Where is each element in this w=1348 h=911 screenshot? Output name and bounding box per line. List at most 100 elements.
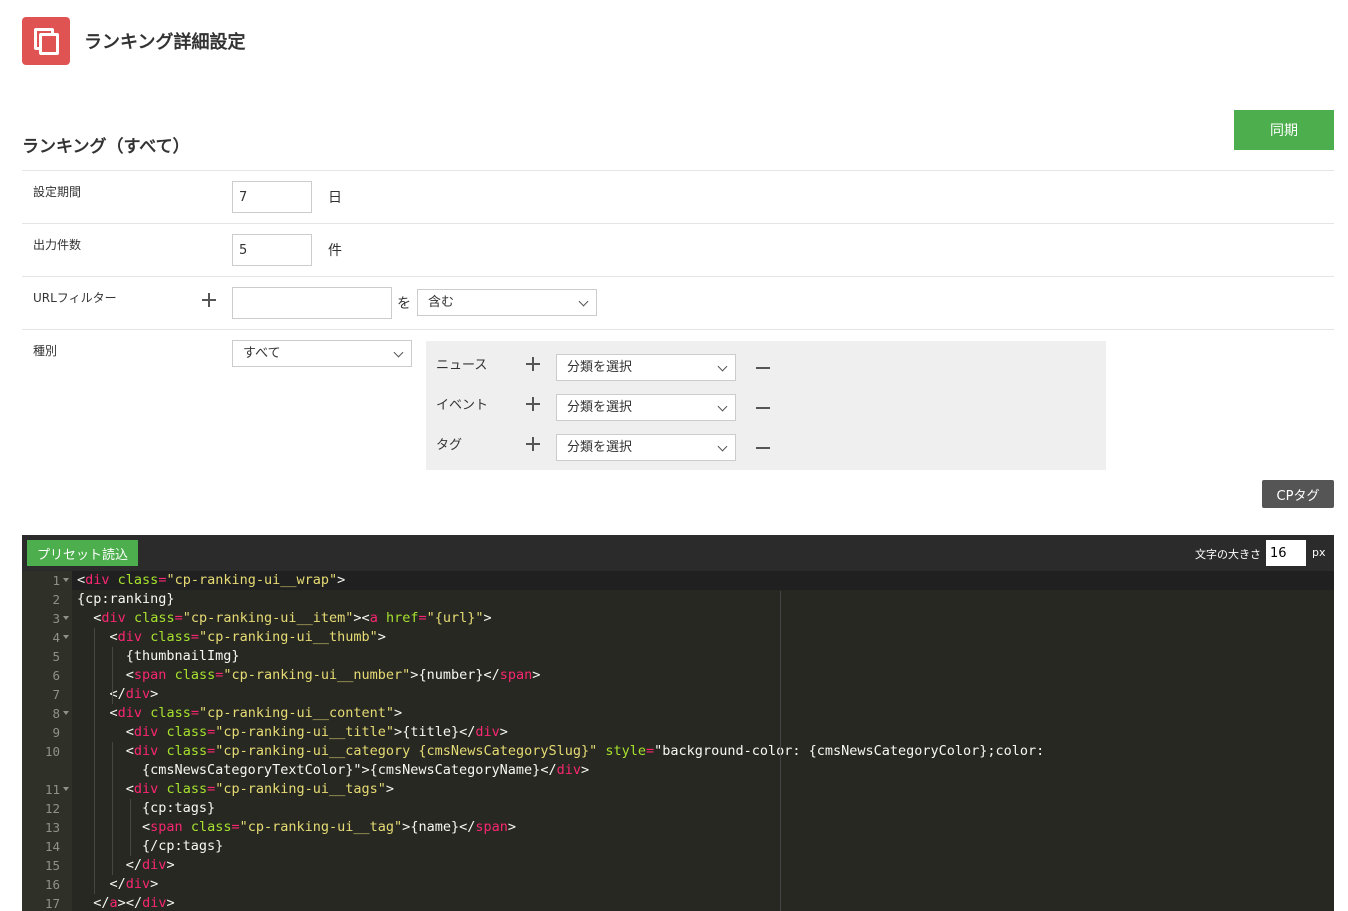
copy-pages-icon <box>22 17 70 65</box>
chevron-down-icon <box>717 401 728 412</box>
code-line: <div class="cp-ranking-ui__wrap"> <box>77 572 346 588</box>
type-select-value: すべて <box>243 346 281 361</box>
line-number <box>22 761 72 780</box>
code-line: {thumbnailImg} <box>77 648 240 664</box>
line-number: 7 <box>52 687 60 702</box>
line-number: 14 <box>44 839 60 854</box>
add-event-category-plus-icon[interactable] <box>526 397 540 411</box>
url-filter-input[interactable] <box>232 287 392 319</box>
font-size-label: 文字の大きさ <box>1195 548 1261 561</box>
line-number: 5 <box>52 649 60 664</box>
remove-news-category-minus-icon[interactable] <box>756 367 770 369</box>
code-line: <span class="cp-ranking-ui__number">{num… <box>125 667 541 683</box>
tag-category-select-value: 分類を選択 <box>567 440 633 455</box>
code-line: <div class="cp-ranking-ui__tags"> <box>125 781 395 797</box>
category-label-tag: タグ <box>436 438 463 453</box>
code-line: <div class="cp-ranking-ui__title">{title… <box>125 724 508 740</box>
chevron-down-icon <box>578 296 589 307</box>
code-line: {cp:tags} <box>77 800 216 816</box>
line-number: 10 <box>44 744 60 759</box>
url-filter-label: URLフィルター <box>33 291 117 305</box>
line-number: 6 <box>52 668 60 683</box>
line-number: 4 <box>22 628 72 647</box>
add-tag-category-plus-icon[interactable] <box>526 437 540 451</box>
type-row: 種別 すべて ニュース 分類を選択 イベント 分類を選択 タグ 分類を選択 <box>22 329 1334 479</box>
chevron-down-icon <box>393 347 404 358</box>
fold-arrow-icon[interactable] <box>63 578 69 582</box>
indent-guide <box>94 628 95 894</box>
count-input[interactable] <box>232 234 312 266</box>
type-label: 種別 <box>33 344 58 358</box>
line-number: 16 <box>44 877 60 892</box>
line-number: 17 <box>44 896 60 911</box>
url-filter-connector: を <box>397 296 411 312</box>
news-category-select[interactable]: 分類を選択 <box>556 354 736 381</box>
indent-guide <box>112 742 113 875</box>
period-input[interactable] <box>232 181 312 213</box>
line-number: 11 <box>22 780 72 799</box>
count-unit: 件 <box>328 243 342 259</box>
line-number: 3 <box>22 609 72 628</box>
add-news-category-plus-icon[interactable] <box>526 357 540 371</box>
fold-arrow-icon[interactable] <box>63 787 69 791</box>
line-number: 2 <box>52 592 60 607</box>
url-filter-mode-value: 含む <box>428 295 455 310</box>
type-select[interactable]: すべて <box>232 340 412 367</box>
chevron-down-icon <box>717 361 728 372</box>
indent-guide <box>130 799 131 856</box>
indent-guide <box>112 647 113 704</box>
category-label-event: イベント <box>436 398 489 413</box>
print-margin-guide <box>780 591 781 911</box>
section-title: ランキング（すべて） <box>22 137 190 157</box>
line-number: 15 <box>44 858 60 873</box>
code-line: {cmsNewsCategoryTextColor}">{cmsNewsCate… <box>77 762 590 778</box>
editor-toolbar: プリセット読込 文字の大きさ px <box>22 535 1334 571</box>
fold-arrow-icon[interactable] <box>63 616 69 620</box>
count-row: 出力件数 件 <box>22 223 1334 276</box>
ranking-settings-form: 設定期間 日 出力件数 件 URLフィルター を 含む 種別 すべて ニュース … <box>22 170 1334 479</box>
count-label: 出力件数 <box>33 238 82 252</box>
event-category-select[interactable]: 分類を選択 <box>556 394 736 421</box>
url-filter-row: URLフィルター を 含む <box>22 276 1334 329</box>
period-unit: 日 <box>328 190 342 206</box>
add-url-filter-plus-icon[interactable] <box>202 293 216 307</box>
code-editor: プリセット読込 文字の大きさ px 1234567891011121314151… <box>22 535 1334 911</box>
chevron-down-icon <box>717 441 728 452</box>
code-line: <div class="cp-ranking-ui__category {cms… <box>125 743 1045 759</box>
period-label: 設定期間 <box>33 185 82 199</box>
remove-event-category-minus-icon[interactable] <box>756 407 770 409</box>
line-number: 9 <box>52 725 60 740</box>
code-line: </div> <box>109 686 159 702</box>
category-label-news: ニュース <box>436 358 488 373</box>
page-title: ランキング詳細設定 <box>84 32 246 53</box>
tag-category-select[interactable]: 分類を選択 <box>556 434 736 461</box>
fold-arrow-icon[interactable] <box>63 635 69 639</box>
code-line: <div class="cp-ranking-ui__content"> <box>109 705 403 721</box>
category-panel: ニュース 分類を選択 イベント 分類を選択 タグ 分類を選択 <box>426 341 1106 470</box>
code-line: <div class="cp-ranking-ui__thumb"> <box>109 629 386 645</box>
code-line: {cp:ranking} <box>77 591 175 607</box>
url-filter-mode-select[interactable]: 含む <box>417 289 597 316</box>
sync-button[interactable]: 同期 <box>1234 110 1334 150</box>
line-number: 12 <box>44 801 60 816</box>
line-number: 13 <box>44 820 60 835</box>
cptag-button[interactable]: CPタグ <box>1262 480 1334 508</box>
news-category-select-value: 分類を選択 <box>567 360 633 375</box>
code-text-area[interactable]: <div class="cp-ranking-ui__wrap"> {cp:ran… <box>72 571 1334 911</box>
font-size-input[interactable] <box>1266 540 1306 566</box>
page-header: ランキング詳細設定 <box>22 17 245 65</box>
event-category-select-value: 分類を選択 <box>567 400 633 415</box>
period-row: 設定期間 日 <box>22 170 1334 223</box>
code-line: {/cp:tags} <box>77 838 224 854</box>
code-line: </a></div> <box>93 895 175 911</box>
preset-load-button[interactable]: プリセット読込 <box>27 540 138 566</box>
line-number: 8 <box>22 704 72 723</box>
line-number: 1 <box>22 571 72 590</box>
code-line: </div> <box>109 876 159 892</box>
remove-tag-category-minus-icon[interactable] <box>756 447 770 449</box>
code-line: </div> <box>125 857 175 873</box>
line-number-gutter: 1 2 3 4 5 6 7 8 9 10 11 12 13 14 15 16 17 <box>22 571 72 911</box>
fold-arrow-icon[interactable] <box>63 711 69 715</box>
code-line: <span class="cp-ranking-ui__tag">{name}<… <box>142 819 517 835</box>
code-line: <div class="cp-ranking-ui__item"><a href… <box>93 610 492 626</box>
